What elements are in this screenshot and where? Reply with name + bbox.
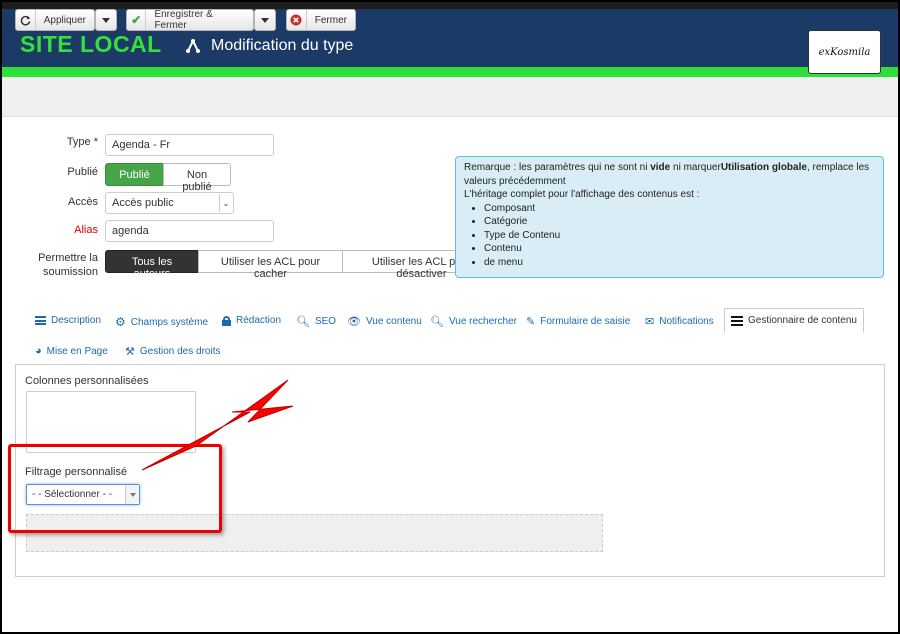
annotation-arrow-icon	[141, 379, 294, 471]
